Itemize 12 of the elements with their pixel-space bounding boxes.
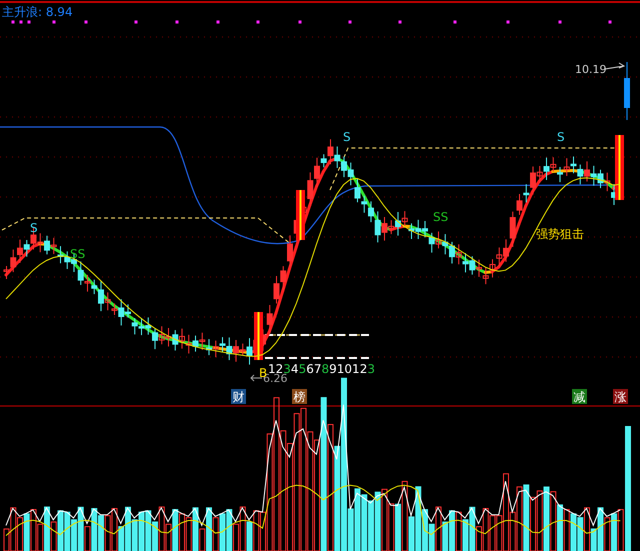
badge-label: 涨 — [613, 389, 628, 404]
badge-label: 财 — [231, 389, 246, 404]
signal-label: SS — [433, 210, 448, 224]
badge-label: 榜 — [292, 389, 307, 404]
signal-label: S — [30, 221, 38, 235]
signal-label: S — [557, 130, 565, 144]
indicator-label: 主升浪: 8.94 — [2, 5, 73, 19]
badge-label: 减 — [572, 389, 587, 404]
signal-label: SS — [70, 247, 86, 261]
signal-label: S — [343, 130, 351, 144]
high-price-label: 10.19 — [575, 63, 606, 76]
callout-label: 强势狙击 — [536, 227, 584, 241]
